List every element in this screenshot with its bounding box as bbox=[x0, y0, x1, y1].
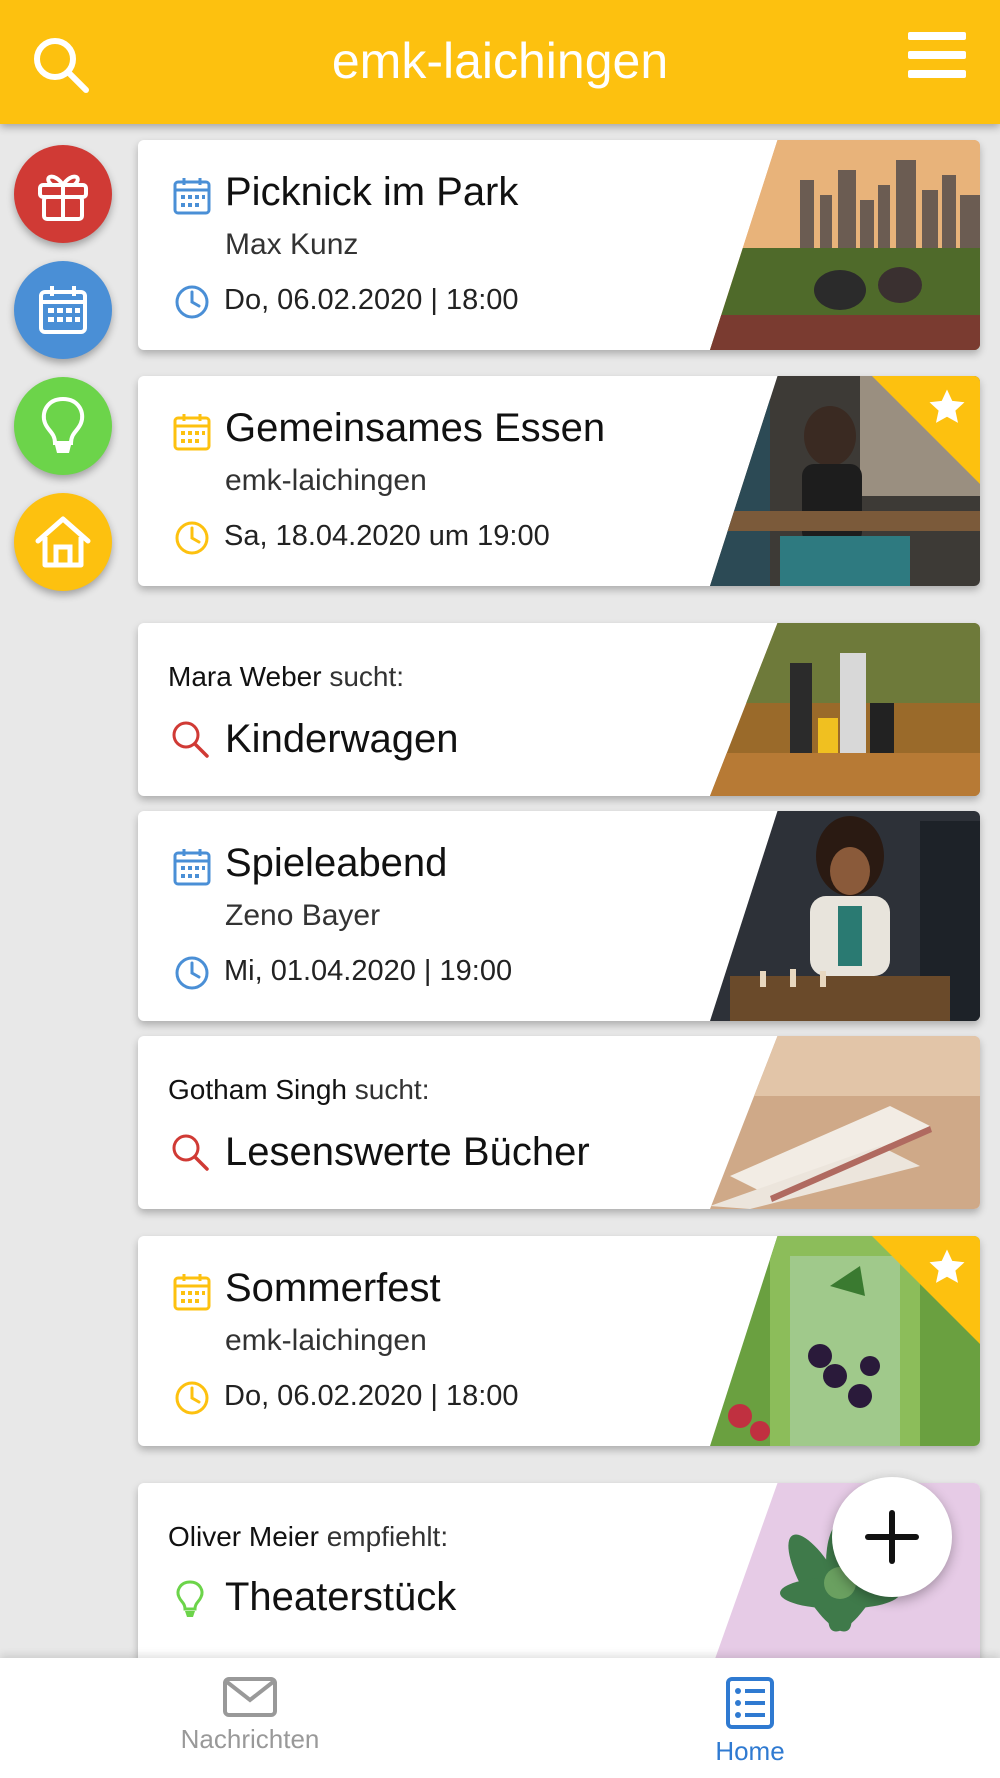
clock-icon bbox=[175, 956, 209, 990]
calendar-icon bbox=[173, 1274, 211, 1311]
nav-messages-label: Nachrichten bbox=[180, 1724, 320, 1754]
filter-home-button[interactable] bbox=[14, 493, 112, 591]
card-image-book bbox=[710, 1036, 980, 1209]
calendar-icon bbox=[173, 414, 211, 451]
event-organizer: Max Kunz bbox=[225, 228, 359, 261]
search-title: Kinderwagen bbox=[225, 717, 459, 761]
event-date: Do, 06.02.2020 | 18:00 bbox=[224, 1380, 519, 1412]
event-title: Sommerfest bbox=[225, 1266, 441, 1310]
page-title: emk-laichingen bbox=[331, 33, 669, 89]
event-date: Do, 06.02.2020 | 18:00 bbox=[224, 284, 519, 316]
action-verb: empfiehlt: bbox=[326, 1521, 449, 1552]
person-name: Oliver Meier bbox=[168, 1521, 319, 1552]
list-icon bbox=[726, 1677, 774, 1729]
mail-icon bbox=[223, 1677, 277, 1717]
recommend-author: Oliver Meier empfiehlt: bbox=[168, 1521, 448, 1553]
search-author: Gotham Singh sucht: bbox=[168, 1074, 429, 1106]
event-card-spieleabend[interactable]: Spieleabend Zeno Bayer Mi, 01.04.2020 | … bbox=[138, 811, 980, 1021]
star-icon bbox=[929, 1249, 965, 1283]
calendar-icon bbox=[173, 178, 211, 215]
search-icon bbox=[172, 721, 209, 758]
add-button[interactable] bbox=[832, 1477, 952, 1597]
nav-messages[interactable]: Nachrichten bbox=[140, 1658, 360, 1778]
home-icon bbox=[35, 516, 91, 568]
search-author: Mara Weber sucht: bbox=[168, 661, 404, 693]
nav-home[interactable]: Home bbox=[640, 1658, 860, 1778]
clock-icon bbox=[175, 1381, 209, 1415]
calendar-icon bbox=[173, 849, 211, 886]
card-image-family-walk bbox=[710, 623, 980, 796]
event-card-essen[interactable]: Gemeinsames Essen emk-laichingen Sa, 18.… bbox=[138, 376, 980, 586]
plus-icon bbox=[865, 1510, 919, 1564]
gift-icon bbox=[38, 174, 88, 221]
event-title: Picknick im Park bbox=[225, 170, 519, 214]
star-icon bbox=[929, 389, 965, 423]
event-card-sommerfest[interactable]: Sommerfest emk-laichingen Do, 06.02.2020… bbox=[138, 1236, 980, 1446]
event-organizer: emk-laichingen bbox=[225, 1324, 427, 1357]
recommend-title: Theaterstück bbox=[225, 1575, 457, 1619]
event-date: Sa, 18.04.2020 um 19:00 bbox=[224, 520, 550, 552]
event-date: Mi, 01.04.2020 | 19:00 bbox=[224, 955, 513, 987]
clock-icon bbox=[175, 285, 209, 319]
event-title: Gemeinsames Essen bbox=[225, 406, 606, 450]
bottom-navigation: Nachrichten Home bbox=[0, 1658, 1000, 1778]
card-image-chess bbox=[710, 811, 980, 1021]
filter-events-button[interactable] bbox=[14, 261, 112, 359]
filter-gifts-button[interactable] bbox=[14, 145, 112, 243]
search-icon bbox=[172, 1134, 209, 1171]
search-card-kinderwagen[interactable]: Mara Weber sucht: Kinderwagen bbox=[138, 623, 980, 796]
search-card-buecher[interactable]: Gotham Singh sucht: Lesenswerte Bücher bbox=[138, 1036, 980, 1209]
filter-recommendations-button[interactable] bbox=[14, 377, 112, 475]
person-name: Gotham Singh bbox=[168, 1074, 347, 1105]
card-image-park bbox=[710, 140, 980, 350]
search-title: Lesenswerte Bücher bbox=[225, 1130, 590, 1174]
action-verb: sucht: bbox=[354, 1074, 430, 1105]
event-organizer: Zeno Bayer bbox=[225, 899, 381, 932]
action-verb: sucht: bbox=[329, 661, 405, 692]
event-card-picknick[interactable]: Picknick im Park Max Kunz Do, 06.02.2020… bbox=[138, 140, 980, 350]
hamburger-menu-icon[interactable] bbox=[908, 30, 966, 80]
clock-icon bbox=[175, 521, 209, 555]
app-header: emk-laichingen bbox=[0, 0, 1000, 124]
person-name: Mara Weber bbox=[168, 661, 322, 692]
nav-home-label: Home bbox=[715, 1736, 785, 1766]
event-organizer: emk-laichingen bbox=[225, 464, 427, 497]
lightbulb-icon bbox=[176, 1580, 204, 1617]
event-title: Spieleabend bbox=[225, 841, 448, 885]
calendar-icon bbox=[39, 286, 87, 334]
lightbulb-icon bbox=[41, 396, 85, 453]
